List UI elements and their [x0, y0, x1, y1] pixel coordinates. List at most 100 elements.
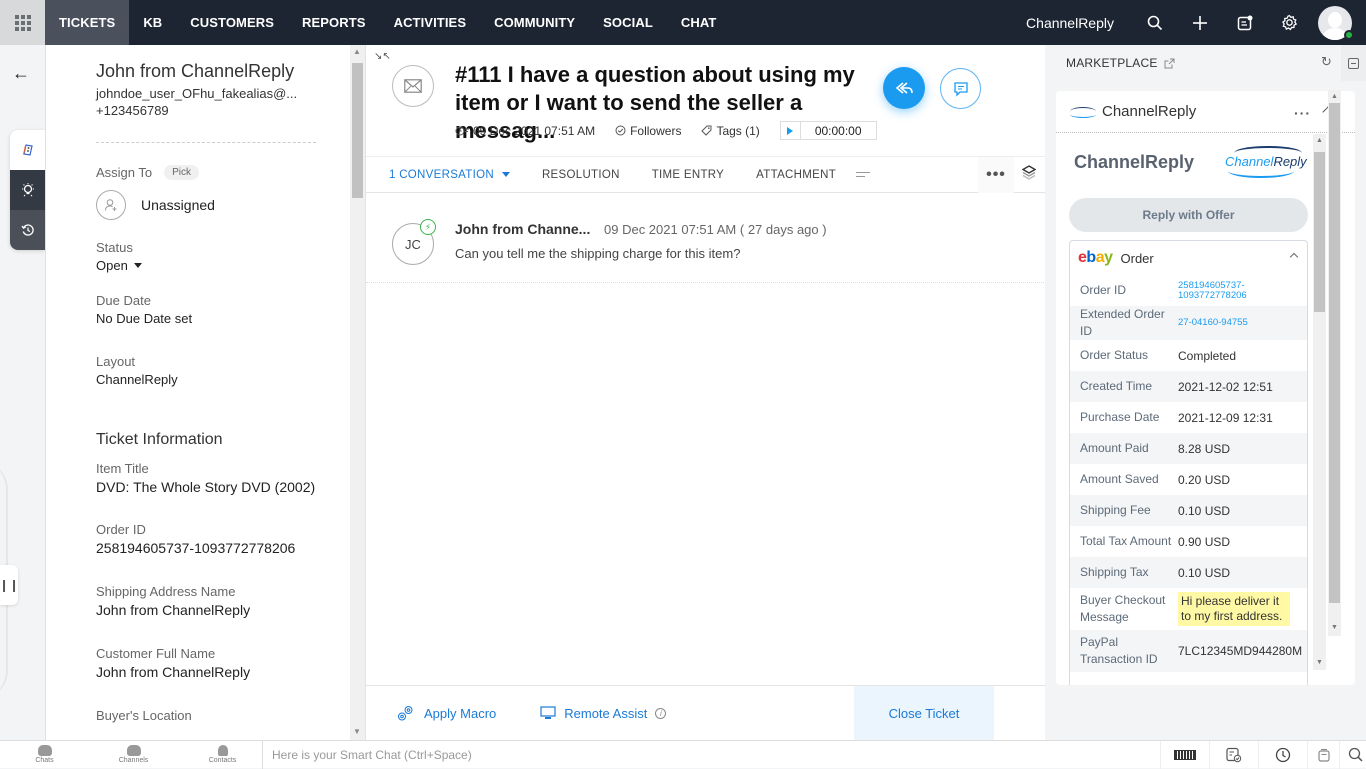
minimize-panel-button[interactable]	[1341, 45, 1366, 81]
tab-time-entry[interactable]: TIME ENTRY	[636, 169, 740, 181]
portal-name[interactable]: ChannelReply	[1026, 15, 1114, 31]
order-row-value[interactable]: 27-04160-94755	[1178, 318, 1248, 328]
order-row-value: 0.10 USD	[1178, 565, 1231, 580]
layout-value[interactable]: ChannelReply	[96, 372, 350, 387]
info-icon[interactable]: i	[655, 707, 667, 719]
tags-button[interactable]: Tags (1)	[701, 124, 760, 138]
ticket-actions-bar: Apply Macro Remote Assist i Close Ticket	[366, 685, 1046, 741]
order-id-value[interactable]: 258194605737-1093772778206	[96, 540, 350, 556]
chevron-up-icon[interactable]	[1289, 252, 1299, 262]
history-tab[interactable]	[10, 210, 45, 250]
more-tabs-icon[interactable]	[856, 172, 871, 177]
archive-icon[interactable]	[1307, 741, 1339, 769]
notes-icon[interactable]	[1222, 0, 1267, 45]
item-title-value[interactable]: DVD: The Whole Story DVD (2002)	[96, 479, 350, 495]
gear-icon[interactable]	[1267, 0, 1312, 45]
order-header[interactable]: ebay Order	[1070, 241, 1307, 275]
task-check-icon[interactable]	[1209, 741, 1258, 769]
nav-tab-kb[interactable]: KB	[129, 0, 176, 45]
ticket-properties-tab[interactable]	[10, 130, 45, 170]
apply-macro-button[interactable]: Apply Macro	[396, 703, 496, 723]
properties-scrollbar[interactable]: ▲ ▼	[350, 45, 365, 740]
scrollbar-thumb[interactable]	[1314, 152, 1325, 312]
clock-icon[interactable]	[1258, 741, 1307, 769]
contacts-button[interactable]: Contacts	[178, 741, 267, 769]
reply-all-button[interactable]	[883, 67, 925, 109]
back-arrow-icon[interactable]: ←	[12, 63, 30, 84]
widget-more-icon[interactable]: ···	[1294, 105, 1311, 121]
panel-resize-handle[interactable]: ❙❙	[0, 565, 19, 605]
panel-scrollbar[interactable]: ▲ ▼	[1328, 90, 1341, 636]
timer-value: 00:00:00	[814, 123, 862, 138]
assignee-value: Unassigned	[141, 197, 215, 213]
status-dropdown[interactable]: Open	[96, 258, 350, 273]
nav-tab-social[interactable]: SOCIAL	[589, 0, 667, 45]
smart-chat-input[interactable]: Here is your Smart Chat (Ctrl+Space)	[262, 741, 1158, 769]
nav-tab-tickets[interactable]: TICKETS	[45, 0, 130, 45]
tab-resolution[interactable]: RESOLUTION	[526, 169, 636, 181]
shipping-address-name-value[interactable]: John from ChannelReply	[96, 602, 350, 618]
app-launcher-button[interactable]	[0, 0, 45, 45]
field-label: Order ID	[96, 522, 146, 537]
scroll-down-icon[interactable]: ▼	[1331, 624, 1338, 631]
order-row-value[interactable]: 258194605737- 1093772778206	[1178, 280, 1247, 301]
collapse-icon[interactable]: ↘↖	[374, 51, 391, 62]
keyboard-icon[interactable]	[1160, 741, 1209, 769]
order-row-value: Hi please deliver it to my first address…	[1178, 592, 1290, 626]
assignee-selector[interactable]: Unassigned	[96, 190, 350, 220]
pick-button[interactable]: Pick	[164, 165, 200, 180]
contact-phone[interactable]: +123456789	[96, 103, 350, 118]
channelreply-logo-icon	[1070, 106, 1096, 118]
layers-icon[interactable]	[1021, 165, 1037, 186]
more-options-icon[interactable]: •••	[978, 157, 1014, 193]
close-ticket-button[interactable]: Close Ticket	[854, 686, 994, 741]
tab-attachment[interactable]: ATTACHMENT	[740, 169, 852, 181]
nav-tab-activities[interactable]: ACTIVITIES	[380, 0, 481, 45]
nav-tab-customers[interactable]: CUSTOMERS	[176, 0, 288, 45]
order-row: PayPal Transaction ID 7LC12345MD944280M	[1070, 630, 1307, 672]
scroll-up-icon[interactable]: ▲	[1331, 93, 1338, 100]
scrollbar-thumb[interactable]	[352, 63, 363, 198]
field-label: Item Title	[96, 461, 149, 476]
scrollbar-thumb[interactable]	[1329, 103, 1340, 603]
minimize-icon	[1348, 57, 1359, 69]
chats-button[interactable]: Chats	[0, 741, 89, 769]
refresh-icon[interactable]: ↻	[1321, 54, 1332, 70]
order-rows: Order ID 258194605737- 1093772778206 Exten…	[1070, 275, 1307, 672]
widget-scrollbar[interactable]: ▲ ▼	[1313, 134, 1326, 670]
sender-name: John from Channe...	[455, 221, 591, 237]
history-icon	[21, 224, 34, 236]
followers-button[interactable]: Followers	[615, 124, 681, 138]
search-icon[interactable]	[1339, 741, 1366, 769]
add-comment-button[interactable]	[940, 68, 981, 109]
order-row-key: Order Status	[1080, 348, 1149, 362]
remote-assist-button[interactable]: Remote Assist i	[540, 706, 667, 721]
lightbulb-icon	[21, 183, 34, 197]
group-icon	[126, 745, 141, 756]
customer-full-name-value[interactable]: John from ChannelReply	[96, 664, 350, 680]
nav-tab-chat[interactable]: CHAT	[667, 0, 731, 45]
order-row-key: Amount Paid	[1080, 441, 1149, 455]
nav-tab-reports[interactable]: REPORTS	[288, 0, 380, 45]
caret-down-icon	[501, 172, 510, 177]
search-icon[interactable]	[1132, 0, 1177, 45]
conversation-item[interactable]: JC ⚡ John from Channe... 09 Dec 2021 07:…	[366, 197, 1046, 283]
scroll-down-icon[interactable]: ▼	[353, 727, 361, 736]
plus-icon[interactable]	[1177, 0, 1222, 45]
contact-name[interactable]: John from ChannelReply	[96, 61, 350, 82]
scroll-up-icon[interactable]: ▲	[1316, 137, 1323, 144]
contact-email[interactable]: johndoe_user_OFhu_fakealias@...	[96, 86, 350, 101]
status-value: Open	[96, 258, 128, 273]
insights-tab[interactable]	[10, 170, 45, 210]
comment-icon	[953, 81, 968, 97]
reply-with-offer-button[interactable]: Reply with Offer	[1069, 198, 1308, 232]
chats-label: Chats	[35, 757, 54, 764]
tab-conversation[interactable]: 1 CONVERSATION	[366, 169, 526, 181]
due-date-value[interactable]: No Due Date set	[96, 311, 350, 326]
scroll-down-icon[interactable]: ▼	[1316, 659, 1323, 666]
nav-tab-community[interactable]: COMMUNITY	[480, 0, 589, 45]
channels-button[interactable]: Channels	[89, 741, 178, 769]
play-icon[interactable]	[781, 122, 801, 139]
scroll-up-icon[interactable]: ▲	[353, 47, 361, 56]
order-row-key: Shipping Tax	[1080, 565, 1149, 579]
